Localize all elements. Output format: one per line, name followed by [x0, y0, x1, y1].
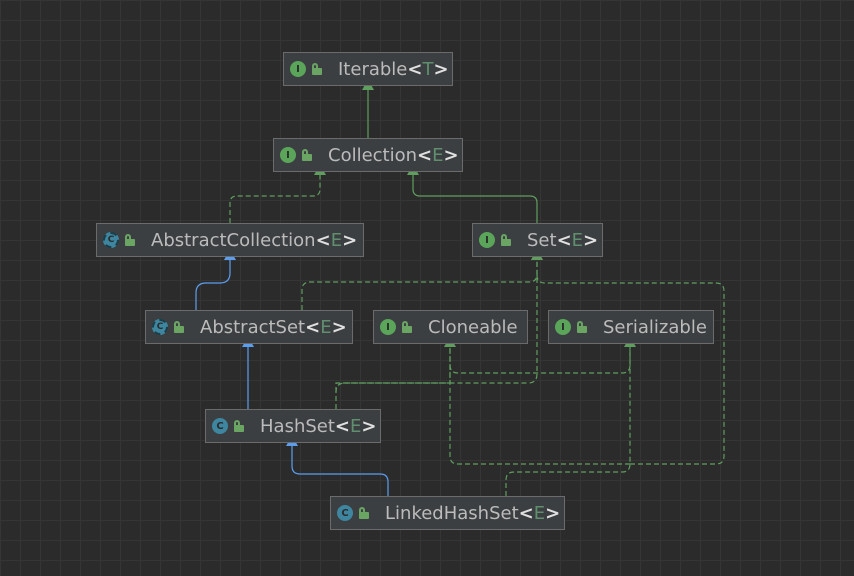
- edge-hashset-cloneable: [335, 336, 456, 392]
- node-name: Cloneable: [428, 316, 518, 338]
- node-name: AbstractCollection: [151, 229, 316, 251]
- node-name: HashSet: [260, 415, 335, 437]
- edge-hashset-serializable: [449, 336, 636, 374]
- node-abstract-set[interactable]: C AbstractSet < E >: [145, 310, 353, 344]
- lock-icon: [174, 321, 184, 333]
- node-serializable[interactable]: I Serializable: [548, 310, 714, 344]
- node-iterable[interactable]: I Iterable < T >: [283, 52, 453, 86]
- uml-class-diagram: I Iterable < T > I Collection < E > C Abstract…: [0, 0, 854, 576]
- type-parameter: E: [350, 415, 362, 437]
- edge-linkedhashset-hashset: [286, 435, 389, 496]
- interface-icon: I: [280, 147, 296, 163]
- diagram-edges: [195, 79, 725, 496]
- lock-icon: [577, 321, 587, 333]
- node-name: Iterable: [338, 58, 408, 80]
- lock-icon: [312, 63, 322, 75]
- node-name: Serializable: [603, 316, 707, 338]
- node-name: AbstractSet: [200, 316, 306, 338]
- interface-icon: I: [380, 319, 396, 335]
- node-cloneable[interactable]: I Cloneable: [373, 310, 528, 344]
- class-icon: C: [337, 505, 353, 521]
- edge-set-collection: [407, 164, 538, 223]
- edge-abstractcollection-collection: [229, 164, 326, 223]
- type-parameter: E: [533, 502, 546, 524]
- abstract-class-icon: C: [152, 319, 168, 335]
- edge-linkedhashset-set: [505, 347, 631, 496]
- type-parameter: E: [320, 316, 332, 338]
- lock-icon: [501, 234, 511, 246]
- interface-icon: I: [479, 232, 495, 248]
- node-name: LinkedHashSet: [385, 502, 519, 524]
- node-collection[interactable]: I Collection < E >: [273, 138, 463, 172]
- node-hash-set[interactable]: C HashSet < E >: [205, 409, 381, 443]
- abstract-class-icon: C: [103, 232, 119, 248]
- interface-icon: I: [555, 319, 571, 335]
- lock-icon: [302, 149, 312, 161]
- type-parameter: E: [571, 229, 584, 251]
- class-icon: C: [212, 418, 228, 434]
- edge-abstractset-set: [301, 249, 543, 310]
- edge-linkedhashset-cloneable: [449, 347, 630, 465]
- node-name: Set: [527, 229, 557, 251]
- node-linked-hash-set[interactable]: C LinkedHashSet < E >: [330, 496, 565, 530]
- type-parameter: T: [422, 58, 434, 80]
- interface-icon: I: [290, 61, 306, 77]
- node-abstract-collection[interactable]: C AbstractCollection < E >: [96, 223, 364, 257]
- node-set[interactable]: I Set < E >: [472, 223, 603, 257]
- lock-icon: [234, 420, 244, 432]
- lock-icon: [125, 234, 135, 246]
- lock-icon: [359, 507, 369, 519]
- node-name: Collection: [328, 144, 418, 166]
- lock-icon: [402, 321, 412, 333]
- type-parameter: E: [330, 229, 343, 251]
- edge-abstractset-abstractcollection: [195, 249, 236, 310]
- type-parameter: E: [432, 144, 444, 166]
